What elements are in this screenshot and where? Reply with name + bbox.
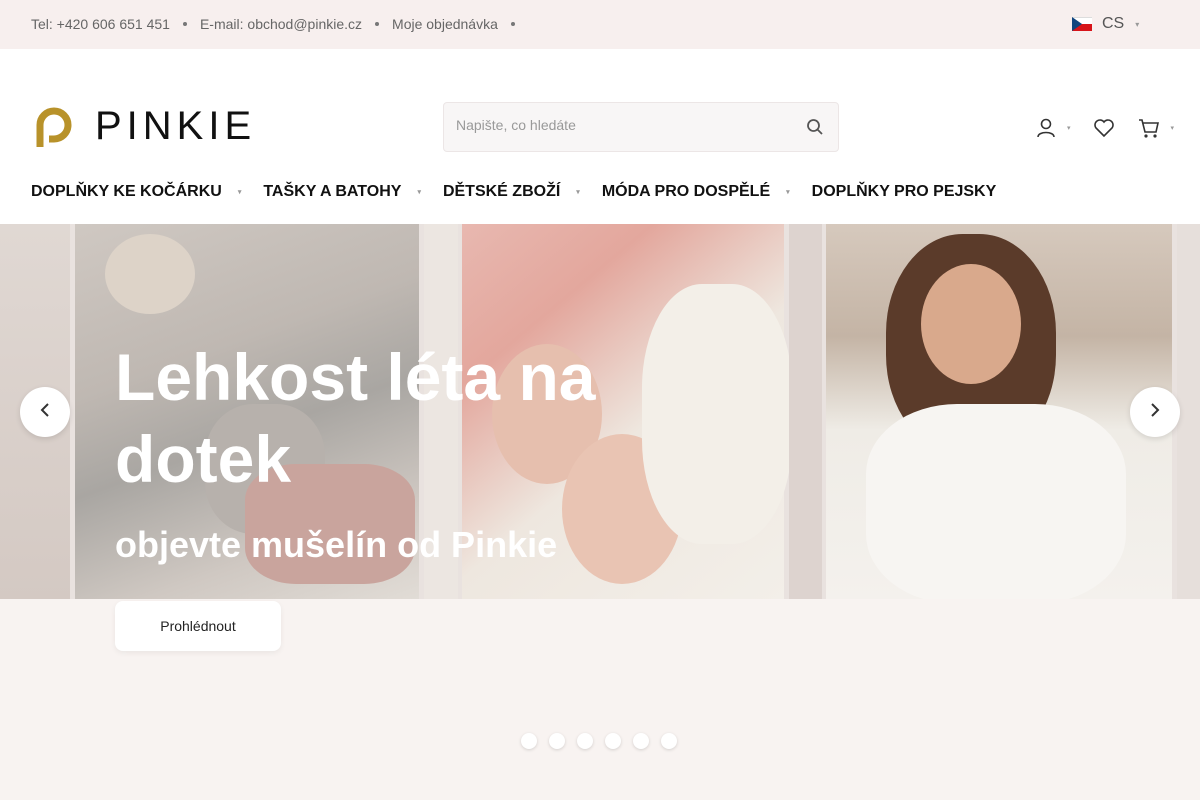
- site-header: PINKIE ▾: [0, 49, 1200, 224]
- chevron-down-icon: ▾: [237, 189, 242, 196]
- chevron-down-icon: ▾: [417, 189, 421, 196]
- language-label: CS: [1102, 15, 1125, 32]
- logo[interactable]: PINKIE: [33, 105, 256, 147]
- separator-dot: [375, 22, 380, 26]
- top-links: Tel: +420 606 651 451 E-mail: obchod@pin…: [31, 16, 528, 32]
- slider-dots: [521, 733, 689, 749]
- email-link[interactable]: E-mail: obchod@pinkie.cz: [200, 16, 362, 32]
- chevron-down-icon: ▾: [786, 189, 790, 196]
- heart-icon[interactable]: [1093, 118, 1115, 138]
- nav-label: MÓDA PRO DOSPĚLÉ: [601, 183, 771, 200]
- hero-image-pregnant-woman: [826, 224, 1172, 599]
- top-bar: Tel: +420 606 651 451 E-mail: obchod@pin…: [0, 0, 1200, 49]
- nav-label: DOPLŇKY PRO PEJSKY: [811, 183, 997, 200]
- nav-item-kids-goods[interactable]: DĚTSKÉ ZBOŽÍ ▾: [443, 183, 580, 201]
- hero-slider: Lehkost léta na dotek objevte mušelín od…: [0, 224, 1200, 599]
- header-icons: ▾ ▾: [1035, 117, 1174, 139]
- search-box: [443, 102, 839, 152]
- hero-image-edge: [1177, 224, 1200, 599]
- slider-dot[interactable]: [577, 733, 593, 749]
- slider-dot[interactable]: [521, 733, 537, 749]
- chevron-down-icon: ▾: [576, 189, 580, 196]
- logo-mark-icon: [33, 105, 75, 147]
- nav-item-bags-backpacks[interactable]: TAŠKY A BATOHY ▾: [263, 183, 421, 201]
- hero-subtitle: objevte mušelín od Pinkie: [115, 524, 558, 565]
- slider-dot[interactable]: [605, 733, 621, 749]
- user-icon[interactable]: ▾: [1035, 117, 1071, 139]
- main-nav: DOPLŇKY KE KOČÁRKU ▾ TAŠKY A BATOHY ▾ DĚ…: [31, 183, 1018, 201]
- nav-label: TAŠKY A BATOHY: [263, 183, 402, 200]
- separator-dot: [510, 22, 515, 26]
- hero-cta-button[interactable]: Prohlédnout: [115, 601, 281, 651]
- logo-text: PINKIE: [95, 104, 257, 148]
- nav-item-adult-fashion[interactable]: MÓDA PRO DOSPĚLÉ ▾: [602, 183, 790, 201]
- hero-title: Lehkost léta na dotek: [115, 340, 596, 496]
- arrow-left-icon: [40, 402, 50, 422]
- slider-dot[interactable]: [633, 733, 649, 749]
- hero-image-strip: [789, 224, 822, 599]
- slider-next-button[interactable]: [1130, 387, 1180, 437]
- search-icon[interactable]: [806, 118, 824, 141]
- nav-label: DOPLŇKY KE KOČÁRKU: [31, 183, 222, 200]
- chevron-down-icon: ▾: [1170, 125, 1175, 132]
- chevron-down-icon: ▾: [1067, 125, 1071, 132]
- nav-item-stroller-accessories[interactable]: DOPLŇKY KE KOČÁRKU ▾: [31, 183, 241, 201]
- nav-item-dog-accessories[interactable]: DOPLŇKY PRO PEJSKY: [812, 183, 997, 201]
- arrow-right-icon: [1150, 402, 1160, 422]
- slider-prev-button[interactable]: [20, 387, 70, 437]
- search-input[interactable]: [456, 117, 776, 133]
- nav-label: DĚTSKÉ ZBOŽÍ: [442, 183, 561, 200]
- cart-icon[interactable]: ▾: [1137, 117, 1175, 139]
- separator-dot: [182, 22, 187, 26]
- phone-link[interactable]: Tel: +420 606 651 451: [31, 16, 170, 32]
- my-order-link[interactable]: Moje objednávka: [392, 16, 498, 32]
- slider-dot[interactable]: [661, 733, 677, 749]
- chevron-down-icon: ▾: [1135, 19, 1140, 29]
- slider-dot[interactable]: [549, 733, 565, 749]
- language-selector[interactable]: CS ▾: [1072, 15, 1139, 33]
- flag-cz-icon: [1072, 17, 1092, 31]
